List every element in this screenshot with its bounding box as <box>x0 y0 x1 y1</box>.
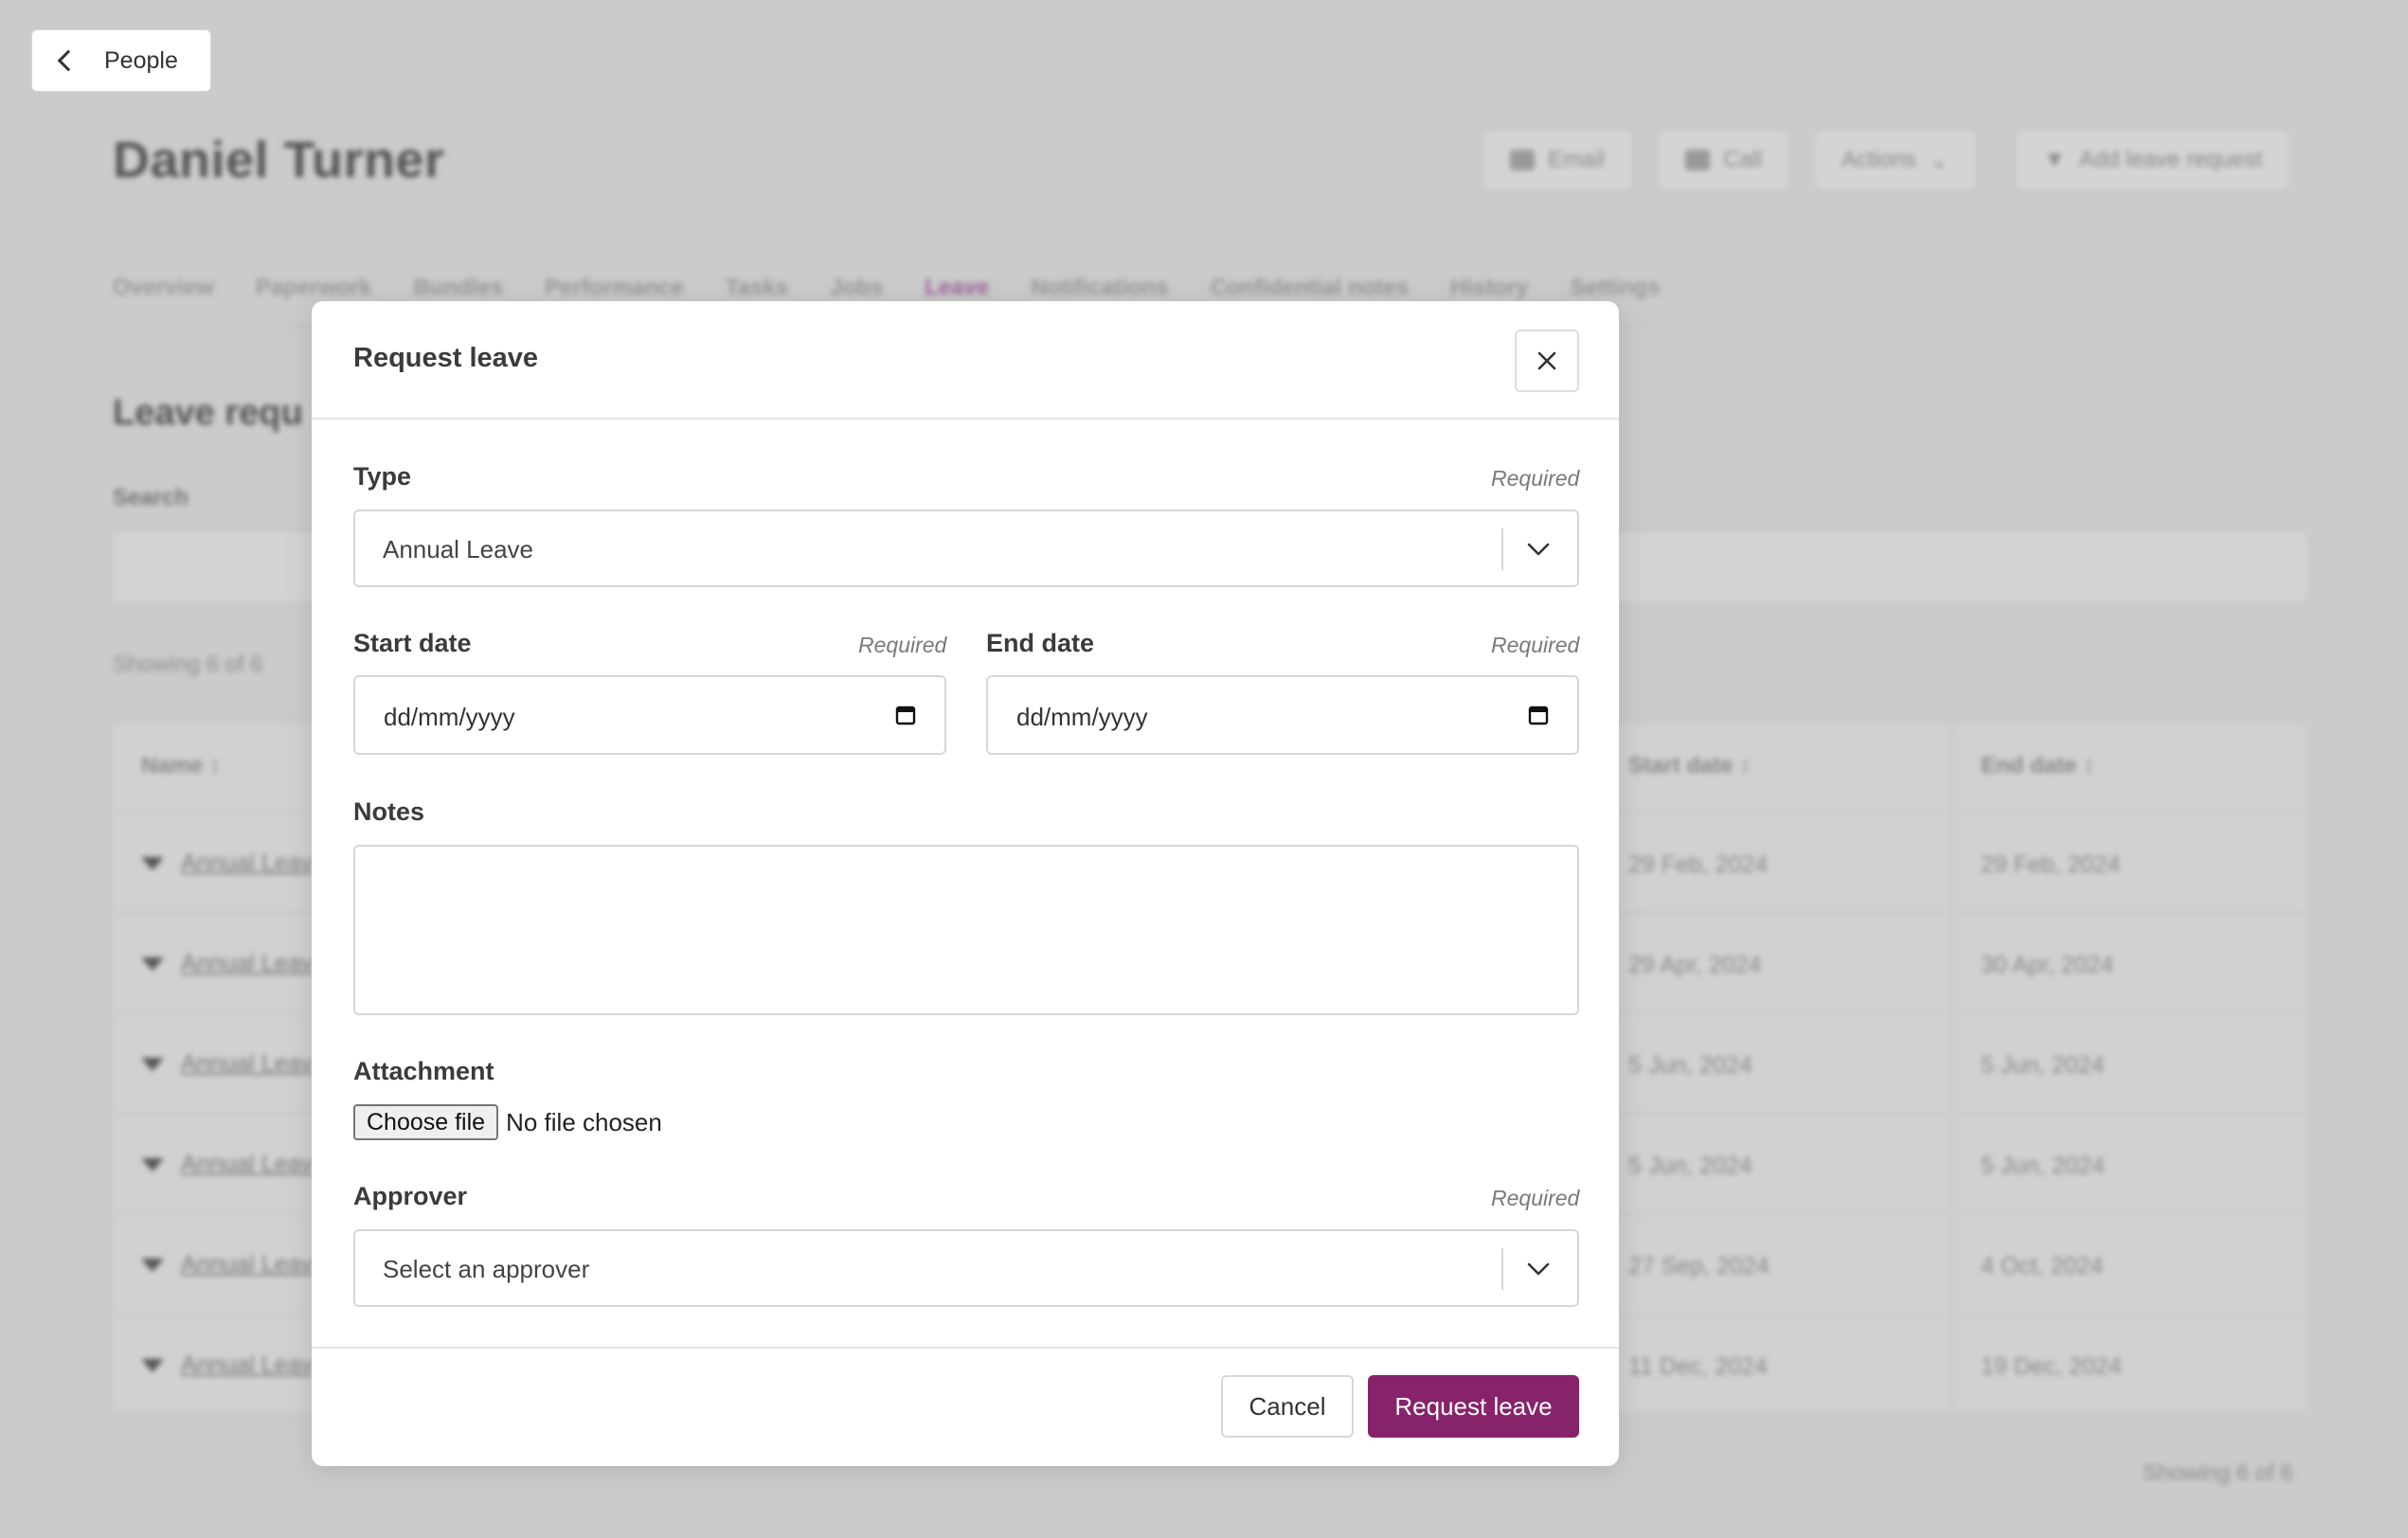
tab-paperwork[interactable]: Paperwork <box>256 275 372 301</box>
chevron-down-icon <box>1527 543 1550 556</box>
select-separator <box>1501 1248 1503 1290</box>
call-button[interactable]: Call <box>1658 130 1790 190</box>
tab-performance[interactable]: Performance <box>545 275 684 301</box>
start-date-placeholder: dd/mm/yyyy <box>384 703 515 731</box>
end-date-cell: 19 Dec, 2024 <box>1981 1353 2122 1380</box>
start-date-cell: 5 Jun, 2024 <box>1628 1052 1752 1079</box>
approver-select[interactable]: Select an approver <box>353 1229 1579 1307</box>
leave-link[interactable]: Annual Leav <box>141 1351 313 1379</box>
showing-count-bottom: Showing 6 of 6 <box>2143 1460 2293 1486</box>
calendar-icon[interactable] <box>895 705 916 725</box>
notes-textarea[interactable] <box>353 845 1579 1015</box>
back-label: People <box>104 46 178 74</box>
close-icon <box>1537 351 1556 370</box>
start-date-cell: 29 Feb, 2024 <box>1628 851 1769 878</box>
tab-leave[interactable]: Leave <box>925 275 989 301</box>
attachment-input: Choose file No file chosen <box>353 1104 662 1140</box>
leave-type-icon <box>141 1358 164 1372</box>
start-date-required: Required <box>858 633 947 657</box>
leave-type-icon <box>141 1057 164 1071</box>
tab-jobs[interactable]: Jobs <box>830 275 883 301</box>
envelope-icon <box>1510 150 1535 170</box>
notes-label: Notes <box>353 797 425 826</box>
actions-label: Actions <box>1842 147 1916 172</box>
end-date-cell: 5 Jun, 2024 <box>1981 1153 2105 1179</box>
end-date-cell: 30 Apr, 2024 <box>1981 952 2114 978</box>
column-header-end-date[interactable]: End date ↕ <box>1981 753 2094 779</box>
select-separator <box>1501 528 1503 570</box>
end-date-label: End date <box>986 629 1095 657</box>
chevron-down-icon: ⌄ <box>1929 147 1949 173</box>
leave-type-icon <box>141 1258 164 1272</box>
leave-link[interactable]: Annual Leav <box>141 1151 313 1178</box>
approver-label: Approver <box>353 1182 468 1210</box>
end-date-cell: 5 Jun, 2024 <box>1981 1052 2105 1079</box>
tab-history[interactable]: History <box>1450 275 1529 301</box>
leave-icon: ▼ <box>2043 147 2066 172</box>
modal-header: Request leave <box>312 301 1619 420</box>
file-status: No file chosen <box>506 1107 662 1136</box>
call-label: Call <box>1723 147 1763 172</box>
start-date-input[interactable]: dd/mm/yyyy <box>353 675 946 755</box>
tab-bar: Overview Paperwork Bundles Performance T… <box>113 275 1660 301</box>
chevron-left-icon <box>57 49 80 72</box>
leave-link[interactable]: Annual Leav <box>141 1251 313 1279</box>
type-select[interactable]: Annual Leave <box>353 510 1579 587</box>
leave-link[interactable]: Annual Leav <box>141 1050 313 1078</box>
leave-type-icon <box>141 1157 164 1171</box>
start-date-cell: 5 Jun, 2024 <box>1628 1153 1752 1179</box>
phone-icon <box>1685 150 1710 170</box>
tab-settings[interactable]: Settings <box>1571 275 1661 301</box>
tab-notifications[interactable]: Notifications <box>1031 275 1168 301</box>
end-date-cell: 4 Oct, 2024 <box>1981 1253 2104 1279</box>
email-label: Email <box>1548 147 1606 172</box>
tab-tasks[interactable]: Tasks <box>726 275 788 301</box>
actions-button[interactable]: Actions ⌄ <box>1814 130 1976 190</box>
add-leave-label: Add leave request <box>2078 147 2263 172</box>
leave-type-icon <box>141 957 164 971</box>
email-button[interactable]: Email <box>1483 130 1633 190</box>
end-date-required: Required <box>1491 633 1580 657</box>
section-title: Leave requ <box>113 393 303 433</box>
calendar-icon[interactable] <box>1528 705 1549 725</box>
request-leave-modal: Request leave Type Required Annual Leave… <box>312 301 1619 1466</box>
leave-link[interactable]: Annual Leav <box>141 950 313 977</box>
type-required: Required <box>1491 466 1580 491</box>
tab-overview[interactable]: Overview <box>113 275 214 301</box>
type-value: Annual Leave <box>383 535 534 563</box>
showing-count-top: Showing 6 of 6 <box>113 652 263 677</box>
request-leave-button[interactable]: Request leave <box>1368 1375 1579 1438</box>
end-date-placeholder: dd/mm/yyyy <box>1016 703 1148 731</box>
attachment-label: Attachment <box>353 1057 494 1085</box>
modal-footer-divider <box>312 1347 1619 1349</box>
type-label: Type <box>353 462 412 491</box>
chevron-down-icon <box>1527 1262 1550 1276</box>
tab-confidential-notes[interactable]: Confidential notes <box>1211 275 1409 301</box>
person-name: Daniel Turner <box>113 132 445 188</box>
end-date-input[interactable]: dd/mm/yyyy <box>986 675 1579 755</box>
leave-link[interactable]: Annual Leav <box>141 849 313 877</box>
search-label: Search <box>113 485 189 510</box>
leave-type-icon <box>141 856 164 870</box>
approver-required: Required <box>1491 1186 1580 1210</box>
close-button[interactable] <box>1515 330 1579 392</box>
start-date-cell: 29 Apr, 2024 <box>1628 952 1762 978</box>
tab-bundles[interactable]: Bundles <box>413 275 503 301</box>
end-date-cell: 29 Feb, 2024 <box>1981 851 2121 878</box>
choose-file-button[interactable]: Choose file <box>353 1104 499 1140</box>
modal-title: Request leave <box>353 343 539 373</box>
column-header-name[interactable]: Name ↕ <box>141 753 221 779</box>
approver-placeholder: Select an approver <box>383 1255 590 1283</box>
add-leave-request-button[interactable]: ▼ Add leave request <box>2016 130 2291 190</box>
start-date-cell: 11 Dec, 2024 <box>1628 1353 1768 1380</box>
start-date-label: Start date <box>353 629 472 657</box>
column-header-start-date[interactable]: Start date ↕ <box>1628 753 1751 779</box>
cancel-button[interactable]: Cancel <box>1221 1375 1354 1438</box>
start-date-cell: 27 Sep, 2024 <box>1628 1253 1770 1279</box>
back-to-people-button[interactable]: People <box>31 29 211 92</box>
